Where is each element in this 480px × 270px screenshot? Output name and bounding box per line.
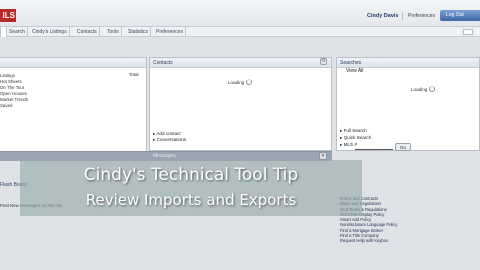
tab-search-box[interactable] [463, 29, 473, 35]
add-contact-label[interactable]: Add contact [156, 131, 180, 136]
divider [402, 12, 403, 20]
conversations-link[interactable]: ▸ Conversations [153, 137, 186, 143]
tab-search[interactable]: Search [7, 27, 28, 37]
quick-search-link[interactable]: ▸ Quick Search [340, 134, 371, 141]
logout-button[interactable]: Log Out [440, 10, 480, 21]
user-name: Cindy Davis [367, 13, 399, 19]
main-tabs: Search Cindy's Listings Contacts Tools S… [0, 27, 480, 37]
contacts-title: Contacts [150, 58, 331, 68]
caption-title: Cindy's Technical Tool Tip [83, 165, 299, 185]
listings-list: Listings Hot Sheets On The Tour Open Hou… [0, 73, 28, 109]
loading-label: Loading [411, 86, 428, 92]
tab-contacts[interactable]: Contacts [75, 27, 100, 37]
preferences-link[interactable]: Preferences [408, 13, 435, 19]
brand-logo[interactable]: ILS [0, 9, 16, 22]
spinner-icon [246, 79, 253, 85]
total-label: Total [129, 72, 139, 77]
go-button[interactable]: Go [395, 143, 411, 151]
tab-preferences[interactable]: Preferences [154, 27, 186, 37]
panel-header [0, 58, 146, 68]
messages-title: Messages [153, 153, 176, 159]
view-all-link[interactable]: View All [346, 68, 363, 74]
top-bar: ILS Cindy Davis Preferences Log Out [0, 0, 480, 27]
conversations-label[interactable]: Conversations [157, 137, 186, 142]
contact-actions: ▸ Add contact ▸ Conversations [153, 131, 186, 143]
list-item[interactable]: Saved [0, 103, 28, 109]
loading-label: Loading [228, 79, 245, 85]
tab-home[interactable] [0, 27, 7, 37]
resource-link[interactable]: Nondisclosure Language Policy [340, 222, 397, 227]
searches-title: Searches [337, 58, 479, 68]
full-search-link[interactable]: ▸ Full Search [340, 127, 371, 134]
gear-icon[interactable]: ⚙ [320, 58, 327, 65]
spinner-icon [429, 86, 436, 92]
contacts-loading: Loading [228, 79, 253, 85]
caption-overlay: Cindy's Technical Tool Tip Review Import… [20, 160, 362, 216]
mls-number-input[interactable] [355, 145, 393, 150]
close-icon[interactable]: × [319, 152, 327, 160]
quick-search-label[interactable]: Quick Search [344, 135, 372, 140]
caption-subtitle: Review Imports and Exports [85, 191, 297, 209]
tab-statistics[interactable]: Statistics [126, 27, 152, 37]
tab-listings[interactable]: Cindy's Listings [30, 27, 70, 37]
searches-loading: Loading [411, 86, 436, 92]
resource-link[interactable]: Request Help with Keybox [340, 238, 397, 243]
full-search-label[interactable]: Full Search [344, 128, 367, 133]
tab-tools[interactable]: Tools [105, 27, 122, 37]
